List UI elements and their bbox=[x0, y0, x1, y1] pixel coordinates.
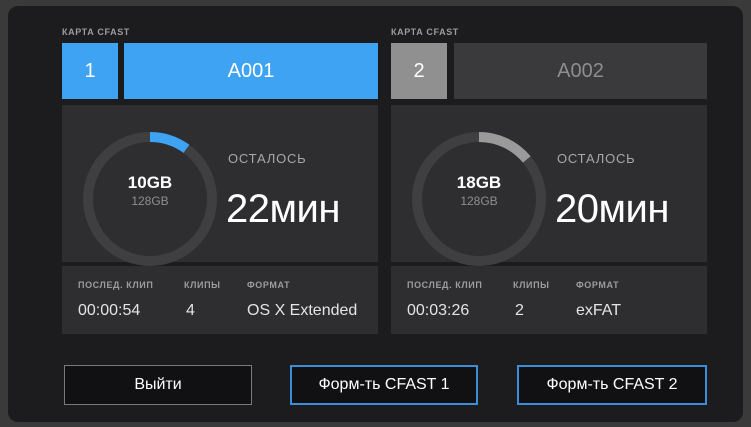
card-1-clips-value: 4 bbox=[186, 302, 195, 319]
card-1-ring-fill bbox=[149, 132, 190, 154]
card-1-info-panel: ПОСЛЕД. КЛИП КЛИПЫ ФОРМАТ 00:00:54 4 OS … bbox=[62, 266, 378, 334]
card-2-last-clip-label: ПОСЛЕД. КЛИП bbox=[407, 280, 483, 290]
card-1-storage-panel: 10GB 128GB ОСТАЛОСЬ 22мин bbox=[62, 105, 378, 266]
card-1-last-clip-label: ПОСЛЕД. КЛИП bbox=[78, 280, 154, 290]
card-2-last-clip-value: 00:03:26 bbox=[407, 302, 470, 319]
card-2-clips-label: КЛИПЫ bbox=[513, 280, 550, 290]
card-2-total-space: 128GB bbox=[460, 194, 498, 208]
exit-button[interactable]: Выйти bbox=[64, 365, 252, 405]
card-1-format-label: ФОРМАТ bbox=[247, 280, 291, 290]
card-2-used-space: 18GB bbox=[456, 173, 502, 192]
card-2-remaining-time: 20мин bbox=[555, 187, 669, 231]
media-screen: КАРТА CFAST 1 A001 10GB 128GB ОСТАЛОСЬ 2… bbox=[8, 6, 743, 422]
card-1-remaining-time: 22мин bbox=[226, 187, 340, 231]
card-1-clips-label: КЛИПЫ bbox=[184, 280, 221, 290]
card-2-clips-value: 2 bbox=[515, 302, 524, 319]
card-2-remaining-label: ОСТАЛОСЬ bbox=[557, 151, 636, 166]
card-2-clip-name[interactable]: A002 bbox=[454, 43, 707, 99]
card-1-total-space: 128GB bbox=[131, 194, 169, 208]
card-2-ring-fill bbox=[478, 132, 531, 163]
card-1-clip-name[interactable]: A001 bbox=[124, 43, 378, 99]
card-1-format-value: OS X Extended bbox=[247, 302, 358, 319]
format-cfast-2-button[interactable]: Форм-ть CFAST 2 bbox=[517, 365, 707, 405]
card-2-label: КАРТА CFAST bbox=[391, 27, 459, 37]
card-2-slot-button[interactable]: 2 bbox=[391, 43, 447, 99]
card-1-used-space: 10GB bbox=[127, 173, 173, 192]
card-1-slot-button[interactable]: 1 bbox=[62, 43, 118, 99]
card-1-last-clip-value: 00:00:54 bbox=[78, 302, 141, 319]
card-2-storage-panel: 18GB 128GB ОСТАЛОСЬ 20мин bbox=[391, 105, 707, 266]
card-2-format-value: exFAT bbox=[576, 302, 622, 319]
card-2-info-panel: ПОСЛЕД. КЛИП КЛИПЫ ФОРМАТ 00:03:26 2 exF… bbox=[391, 266, 707, 334]
card-1-label: КАРТА CFAST bbox=[62, 27, 130, 37]
card-1-remaining-label: ОСТАЛОСЬ bbox=[228, 151, 307, 166]
card-2-format-label: ФОРМАТ bbox=[576, 280, 620, 290]
format-cfast-1-button[interactable]: Форм-ть CFAST 1 bbox=[290, 365, 478, 405]
